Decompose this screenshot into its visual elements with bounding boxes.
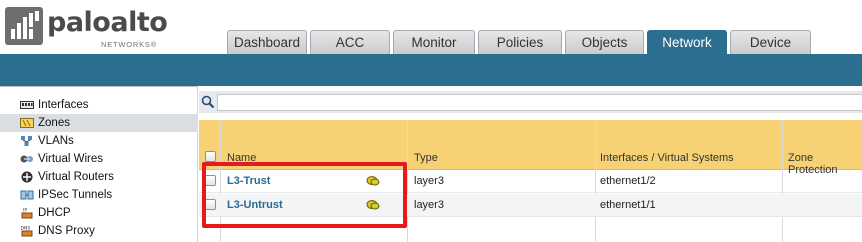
paloalto-logo-mark bbox=[5, 7, 43, 45]
highlight-box bbox=[202, 162, 407, 228]
filter-bar bbox=[199, 91, 862, 113]
sidebar-item-label: VLANs bbox=[38, 135, 74, 147]
filter-input[interactable] bbox=[217, 94, 862, 111]
search-icon bbox=[201, 95, 215, 109]
sidebar-item-label: Virtual Wires bbox=[38, 153, 103, 165]
tab-policies[interactable]: Policies bbox=[478, 30, 562, 54]
sidebar-item-vlans[interactable]: VLANs bbox=[4, 132, 194, 150]
app-header: paloalto NETWORKS® Dashboard ACC Monitor… bbox=[0, 0, 862, 54]
sidebar-item-dns-proxy[interactable]: DNS DNS Proxy bbox=[4, 222, 194, 240]
sidebar-item-dhcp[interactable]: IP DHCP bbox=[4, 204, 194, 222]
sidebar-item-virtual-wires[interactable]: Virtual Wires bbox=[4, 150, 194, 168]
zone-type: layer3 bbox=[414, 175, 444, 187]
sidebar-item-label: Virtual Routers bbox=[38, 171, 114, 183]
sidebar-item-interfaces[interactable]: Interfaces bbox=[4, 96, 194, 114]
zone-type: layer3 bbox=[414, 199, 444, 211]
zones-icon bbox=[20, 118, 34, 128]
vlans-icon bbox=[21, 136, 32, 146]
ipsec-tunnels-icon bbox=[20, 190, 34, 200]
sidebar-item-virtual-routers[interactable]: Virtual Routers bbox=[4, 168, 194, 186]
dns-proxy-icon: DNS bbox=[21, 226, 33, 237]
zone-interfaces: ethernet1/1 bbox=[600, 199, 656, 211]
brand-sub: NETWORKS® bbox=[101, 40, 158, 49]
interfaces-icon bbox=[20, 101, 34, 109]
paloalto-logo: paloalto NETWORKS® bbox=[5, 7, 168, 49]
brand-name: paloalto bbox=[47, 7, 168, 38]
tab-acc[interactable]: ACC bbox=[310, 30, 390, 54]
sidebar-item-label: Interfaces bbox=[38, 99, 89, 111]
sidebar-item-label: DNS Proxy bbox=[38, 225, 95, 237]
select-all-checkbox[interactable] bbox=[205, 151, 216, 162]
column-header-interfaces[interactable]: Interfaces / Virtual Systems bbox=[600, 152, 734, 164]
main-tabs: Dashboard ACC Monitor Policies Objects N… bbox=[227, 30, 814, 54]
tab-network[interactable]: Network bbox=[647, 30, 727, 54]
tab-dashboard[interactable]: Dashboard bbox=[227, 30, 307, 54]
sidebar-item-ipsec-tunnels[interactable]: IPSec Tunnels bbox=[4, 186, 194, 204]
sidebar-item-label: DHCP bbox=[38, 207, 71, 219]
dhcp-icon: IP bbox=[21, 208, 33, 219]
virtual-routers-icon bbox=[21, 171, 33, 183]
column-header-type[interactable]: Type bbox=[414, 152, 438, 164]
zone-interfaces: ethernet1/2 bbox=[600, 175, 656, 187]
sidebar-item-label: Zones bbox=[38, 117, 70, 129]
sidebar-item-label: IPSec Tunnels bbox=[38, 189, 113, 201]
tab-objects[interactable]: Objects bbox=[565, 30, 644, 54]
nav-band bbox=[0, 54, 862, 86]
virtual-wires-icon bbox=[20, 155, 33, 163]
sidebar-item-zones[interactable]: Zones bbox=[0, 114, 198, 132]
sidebar: Interfaces Zones VLANs Virtual Wires Vir… bbox=[0, 86, 198, 242]
tab-device[interactable]: Device bbox=[730, 30, 811, 54]
tab-monitor[interactable]: Monitor bbox=[393, 30, 475, 54]
